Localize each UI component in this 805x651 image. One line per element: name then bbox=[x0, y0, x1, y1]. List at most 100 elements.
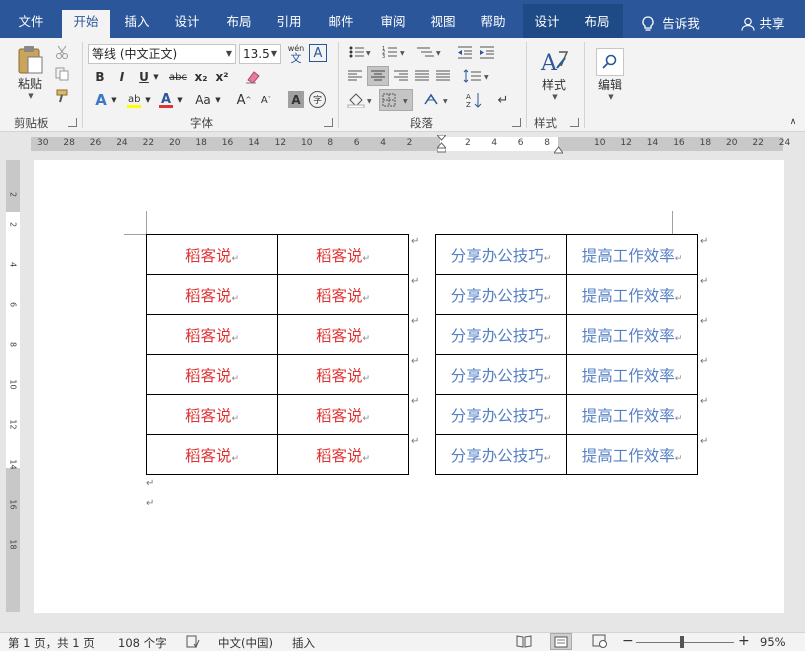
page-count[interactable]: 第 1 页，共 1 页 bbox=[8, 635, 95, 651]
table-cell[interactable]: 稻客说↵ bbox=[277, 354, 409, 395]
tab-help[interactable]: 帮助 bbox=[472, 10, 514, 38]
table-cell[interactable]: 提高工作效率↵ bbox=[566, 274, 698, 315]
right-indent-marker[interactable] bbox=[553, 143, 564, 154]
highlight-button[interactable]: ab bbox=[124, 90, 144, 110]
insert-mode[interactable]: 插入 bbox=[292, 635, 315, 651]
distributed-button[interactable] bbox=[434, 67, 452, 85]
table-row[interactable]: 分享办公技巧↵ 提高工作效率↵ bbox=[435, 434, 698, 475]
font-launcher-icon[interactable] bbox=[324, 118, 333, 127]
shrink-font-button[interactable]: Aˇ bbox=[258, 90, 274, 110]
table-cell[interactable]: 稻客说↵ bbox=[277, 274, 409, 315]
copy-button[interactable] bbox=[54, 66, 70, 82]
numbering-button[interactable]: 1 2 3 ▼ bbox=[380, 44, 408, 60]
line-spacing-button[interactable]: ▼ bbox=[462, 67, 492, 85]
table-cell[interactable]: 稻客说↵ bbox=[146, 434, 278, 475]
chevron-down-icon[interactable]: ▼ bbox=[176, 90, 184, 110]
zoom-slider-track[interactable] bbox=[636, 642, 734, 643]
table-cell[interactable]: 分享办公技巧↵ bbox=[435, 354, 567, 395]
tab-design[interactable]: 设计 bbox=[166, 10, 208, 38]
tab-table-design[interactable]: 设计 bbox=[526, 10, 568, 38]
chevron-down-icon[interactable]: ▼ bbox=[214, 90, 222, 110]
styles-launcher-icon[interactable] bbox=[570, 118, 579, 127]
tab-home[interactable]: 开始 bbox=[62, 10, 110, 38]
read-mode-icon[interactable] bbox=[516, 634, 532, 651]
table-cell[interactable]: 稻客说↵ bbox=[277, 314, 409, 355]
justify-button[interactable] bbox=[413, 67, 431, 85]
font-size-combo[interactable]: 13.5 ▼ bbox=[239, 44, 281, 64]
chevron-down-icon[interactable]: ▼ bbox=[271, 45, 277, 63]
clipboard-launcher-icon[interactable] bbox=[68, 118, 77, 127]
align-center-button[interactable] bbox=[367, 66, 389, 86]
chevron-down-icon[interactable]: ▼ bbox=[152, 68, 160, 86]
phonetic-guide-button[interactable]: wén 文 bbox=[286, 42, 306, 66]
table-cell[interactable]: 分享办公技巧↵ bbox=[435, 434, 567, 475]
strikethrough-button[interactable]: abc bbox=[166, 68, 190, 86]
font-name-combo[interactable]: 等线 (中文正文) ▼ bbox=[88, 44, 236, 64]
grow-font-button[interactable]: A ^ bbox=[236, 90, 252, 110]
collapse-ribbon-button[interactable]: ∧ bbox=[786, 116, 800, 128]
chevron-down-icon[interactable]: ▼ bbox=[110, 90, 118, 110]
multilevel-list-button[interactable]: ▼ bbox=[414, 44, 444, 60]
document-page[interactable]: 稻客说↵ 稻客说↵ 稻客说↵ 稻客说↵ 稻客说↵ 稻客说↵ 稻客说↵ 稻客说↵ 稻客说↵ 稻客说↵… bbox=[34, 160, 784, 613]
align-right-button[interactable] bbox=[392, 67, 410, 85]
table-cell[interactable]: 稻客说↵ bbox=[146, 314, 278, 355]
zoom-in-button[interactable]: + bbox=[738, 633, 750, 649]
increase-indent-button[interactable] bbox=[478, 44, 496, 60]
web-layout-icon[interactable] bbox=[592, 634, 608, 651]
table-cell[interactable]: 稻客说↵ bbox=[277, 434, 409, 475]
borders-button[interactable]: ▼ bbox=[379, 89, 413, 111]
char-shading-button[interactable]: A bbox=[288, 91, 304, 108]
chinese-layout-button[interactable]: ▼ bbox=[422, 90, 452, 110]
paste-button[interactable]: 粘贴 ▼ bbox=[10, 44, 50, 100]
table-row[interactable]: 稻客说↵ 稻客说↵ bbox=[146, 234, 409, 275]
tab-references[interactable]: 引用 bbox=[268, 10, 310, 38]
tell-me-box[interactable]: 告诉我 bbox=[636, 10, 706, 38]
paragraph-launcher-icon[interactable] bbox=[512, 118, 521, 127]
decrease-indent-button[interactable] bbox=[456, 44, 474, 60]
indent-marker[interactable] bbox=[435, 134, 448, 153]
proofing-icon[interactable] bbox=[186, 634, 200, 651]
table-cell[interactable]: 分享办公技巧↵ bbox=[435, 234, 567, 275]
table-row[interactable]: 分享办公技巧↵ 提高工作效率↵ bbox=[435, 314, 698, 355]
vertical-ruler[interactable]: 2 2 4 6 8 10 12 14 16 18 bbox=[6, 160, 20, 612]
table-row[interactable]: 分享办公技巧↵ 提高工作效率↵ bbox=[435, 394, 698, 435]
table-cell[interactable]: 分享办公技巧↵ bbox=[435, 314, 567, 355]
text-effects-button[interactable]: A bbox=[92, 90, 110, 110]
italic-button[interactable]: I bbox=[114, 68, 130, 86]
tab-mailings[interactable]: 邮件 bbox=[320, 10, 362, 38]
zoom-level[interactable]: 95% bbox=[760, 635, 786, 649]
tab-review[interactable]: 审阅 bbox=[372, 10, 414, 38]
tab-view[interactable]: 视图 bbox=[422, 10, 464, 38]
table-cell[interactable]: 提高工作效率↵ bbox=[566, 354, 698, 395]
table-cell[interactable]: 提高工作效率↵ bbox=[566, 434, 698, 475]
styles-button[interactable]: A 样式 ▼ bbox=[534, 44, 574, 104]
cut-button[interactable] bbox=[54, 44, 70, 60]
tab-file[interactable]: 文件 bbox=[8, 10, 54, 38]
font-color-button[interactable]: A bbox=[156, 90, 176, 110]
char-border-button[interactable]: A bbox=[309, 44, 327, 62]
table-row[interactable]: 稻客说↵ 稻客说↵ bbox=[146, 274, 409, 315]
table-cell[interactable]: 提高工作效率↵ bbox=[566, 394, 698, 435]
table-cell[interactable]: 稻客说↵ bbox=[146, 394, 278, 435]
chevron-down-icon[interactable]: ▼ bbox=[144, 90, 152, 110]
table-row[interactable]: 分享办公技巧↵ 提高工作效率↵ bbox=[435, 234, 698, 275]
sort-button[interactable]: AZ bbox=[464, 90, 484, 110]
tab-table-layout[interactable]: 布局 bbox=[576, 10, 618, 38]
share-button[interactable]: 共享 bbox=[736, 10, 790, 38]
table-row[interactable]: 分享办公技巧↵ 提高工作效率↵ bbox=[435, 354, 698, 395]
clear-formatting-button[interactable] bbox=[244, 68, 262, 86]
table-cell[interactable]: 稻客说↵ bbox=[146, 274, 278, 315]
enclose-char-button[interactable]: 字 bbox=[309, 91, 326, 108]
left-table[interactable]: 稻客说↵ 稻客说↵ 稻客说↵ 稻客说↵ 稻客说↵ 稻客说↵ 稻客说↵ 稻客说↵ 稻客说↵ 稻客说↵… bbox=[146, 234, 409, 475]
horizontal-ruler[interactable]: 30 28 26 24 22 20 18 16 14 12 10 8 6 4 2 2 4 6 8 10 12 14 16 18… bbox=[0, 133, 805, 155]
subscript-button[interactable]: x₂ bbox=[192, 68, 210, 86]
zoom-out-button[interactable]: − bbox=[622, 633, 634, 649]
bold-button[interactable]: B bbox=[92, 68, 108, 86]
table-cell[interactable]: 稻客说↵ bbox=[277, 394, 409, 435]
change-case-button[interactable]: Aa bbox=[192, 90, 214, 110]
table-cell[interactable]: 稻客说↵ bbox=[146, 354, 278, 395]
table-row[interactable]: 稻客说↵ 稻客说↵ bbox=[146, 434, 409, 475]
right-table[interactable]: 分享办公技巧↵ 提高工作效率↵ 分享办公技巧↵ 提高工作效率↵ 分享办公技巧↵ 提高工作效… bbox=[435, 234, 698, 475]
table-row[interactable]: 稻客说↵ 稻客说↵ bbox=[146, 354, 409, 395]
table-cell[interactable]: 稻客说↵ bbox=[146, 234, 278, 275]
